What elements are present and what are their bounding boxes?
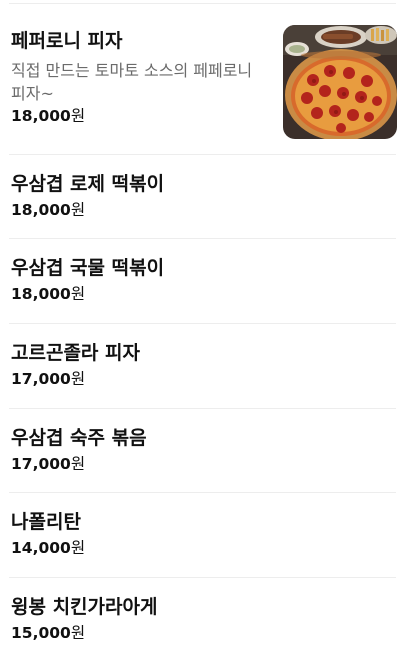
menu-item-beansprout-stirfry[interactable]: 우삼겹 숙주 볶음 17,000원 bbox=[0, 409, 405, 493]
menu-item-description: 직접 만드는 토마토 소스의 페페로니 피자~ bbox=[11, 61, 253, 103]
menu-item-rose-tteokbokki[interactable]: 우삼겹 로제 떡볶이 18,000원 bbox=[0, 155, 405, 239]
menu-item-gorgonzola-pizza[interactable]: 고르곤졸라 피자 17,000원 bbox=[0, 324, 405, 409]
currency-unit: 원 bbox=[70, 370, 86, 388]
menu-item-name: 나폴리탄 bbox=[11, 511, 81, 533]
currency-unit: 원 bbox=[70, 624, 86, 642]
price-amount: 18,000 bbox=[11, 285, 71, 303]
currency-unit: 원 bbox=[70, 455, 86, 473]
currency-unit: 원 bbox=[70, 107, 86, 125]
menu-item-price: 15,000원 bbox=[11, 623, 85, 643]
price-amount: 17,000 bbox=[11, 370, 71, 388]
price-amount: 17,000 bbox=[11, 455, 71, 473]
menu-item-price: 17,000원 bbox=[11, 454, 85, 474]
menu-item-price: 17,000원 bbox=[11, 369, 85, 389]
menu-item-price: 18,000원 bbox=[11, 106, 85, 126]
menu-item-name: 우삼겹 로제 떡볶이 bbox=[11, 173, 165, 195]
menu-item-name: 윙봉 치킨가라아게 bbox=[11, 596, 158, 618]
menu-item-price: 14,000원 bbox=[11, 538, 85, 558]
menu-item-price: 18,000원 bbox=[11, 200, 85, 220]
menu-item-chicken-karaage[interactable]: 윙봉 치킨가라아게 15,000원 bbox=[0, 578, 405, 655]
menu-item-soup-tteokbokki[interactable]: 우삼겹 국물 떡볶이 18,000원 bbox=[0, 239, 405, 324]
currency-unit: 원 bbox=[70, 285, 86, 303]
price-amount: 18,000 bbox=[11, 201, 71, 219]
menu-item-napolitan[interactable]: 나폴리탄 14,000원 bbox=[0, 493, 405, 578]
pepperoni-pizza-photo[interactable] bbox=[283, 25, 397, 139]
menu-item-price: 18,000원 bbox=[11, 284, 85, 304]
currency-unit: 원 bbox=[70, 201, 86, 219]
currency-unit: 원 bbox=[70, 539, 86, 557]
menu-item-name: 우삼겹 숙주 볶음 bbox=[11, 427, 147, 449]
menu-item-name: 페퍼로니 피자 bbox=[11, 30, 123, 52]
menu-item-pepperoni-pizza[interactable]: 페퍼로니 피자 직접 만드는 토마토 소스의 페페로니 피자~ 18,000원 bbox=[0, 4, 405, 155]
price-amount: 18,000 bbox=[11, 107, 71, 125]
menu-item-name: 우삼겹 국물 떡볶이 bbox=[11, 257, 165, 279]
menu-item-name: 고르곤졸라 피자 bbox=[11, 342, 140, 364]
price-amount: 14,000 bbox=[11, 539, 71, 557]
price-amount: 15,000 bbox=[11, 624, 71, 642]
